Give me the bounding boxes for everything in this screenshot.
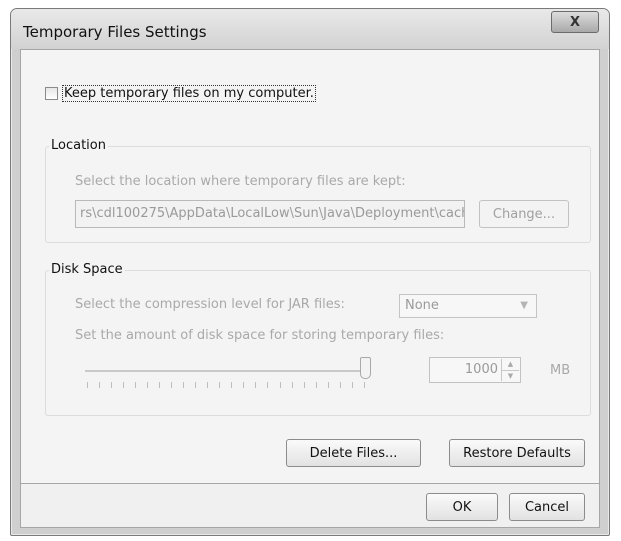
location-group-title: Location	[49, 138, 108, 153]
keep-temp-files-label[interactable]: Keep temporary files on my computer.	[62, 85, 316, 102]
cancel-button[interactable]: Cancel	[509, 493, 585, 521]
disk-space-amount-label: Set the amount of disk space for storing…	[75, 328, 445, 343]
ok-button[interactable]: OK	[426, 493, 498, 521]
restore-defaults-button[interactable]: Restore Defaults	[449, 439, 585, 467]
dialog-title: Temporary Files Settings	[23, 23, 207, 41]
disk-space-value: 1000	[464, 362, 498, 377]
compression-level-value: None	[405, 298, 439, 313]
disk-space-slider-thumb[interactable]	[360, 357, 371, 379]
change-button[interactable]: Change...	[479, 200, 569, 228]
temporary-files-dialog: Temporary Files Settings X Keep temporar…	[10, 8, 610, 536]
dialog-footer: OK Cancel	[20, 484, 600, 528]
disk-space-slider-ticks	[87, 382, 365, 388]
location-description: Select the location where temporary file…	[75, 174, 406, 189]
close-icon: X	[569, 14, 581, 30]
disk-space-group-title: Disk Space	[49, 262, 125, 277]
keep-temp-files-checkbox[interactable]	[45, 87, 58, 100]
cache-path-field[interactable]: rs\cdl100275\AppData\LocalLow\Sun\Java\D…	[75, 200, 465, 228]
disk-space-spinner[interactable]: 1000 ▲ ▼	[429, 357, 521, 383]
disk-space-group	[45, 270, 591, 416]
keep-temp-files-option[interactable]: Keep temporary files on my computer.	[45, 85, 316, 102]
compression-level-dropdown[interactable]: None ▼	[399, 294, 537, 318]
spinner-buttons[interactable]: ▲ ▼	[501, 359, 519, 381]
disk-space-slider-track[interactable]	[85, 370, 365, 372]
close-button[interactable]: X	[551, 11, 599, 33]
compression-label: Select the compression level for JAR fil…	[75, 297, 345, 312]
spinner-down-icon[interactable]: ▼	[502, 370, 519, 382]
delete-files-button[interactable]: Delete Files...	[286, 439, 421, 467]
spinner-up-icon[interactable]: ▲	[502, 359, 519, 370]
dialog-content: Keep temporary files on my computer. Loc…	[20, 49, 600, 484]
disk-space-unit: MB	[550, 363, 571, 378]
title-bar[interactable]: Temporary Files Settings X	[11, 9, 609, 49]
chevron-down-icon: ▼	[520, 300, 528, 311]
location-group	[45, 146, 591, 243]
